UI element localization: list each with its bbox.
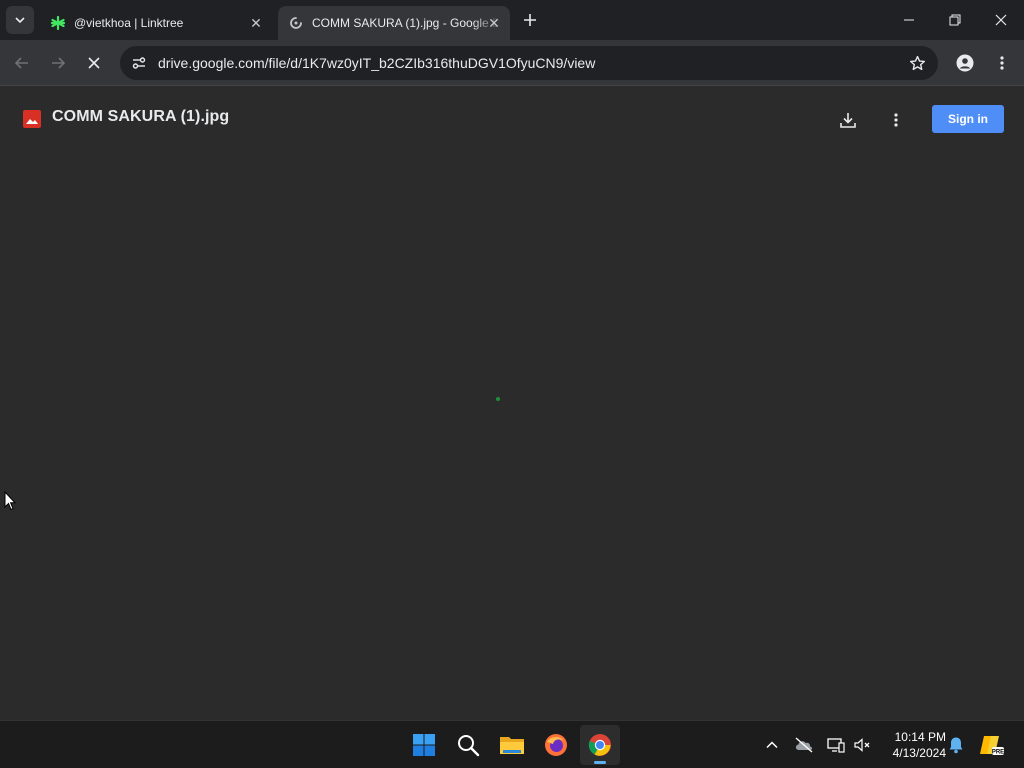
windows-start-icon xyxy=(413,734,435,756)
minimize-button[interactable] xyxy=(886,0,932,40)
loading-icon xyxy=(288,15,304,31)
more-vert-icon xyxy=(1000,56,1004,70)
notifications-button[interactable] xyxy=(944,733,968,757)
restore-button[interactable] xyxy=(932,0,978,40)
back-button[interactable] xyxy=(8,49,36,77)
network-icon xyxy=(827,738,845,753)
file-explorer-icon xyxy=(500,737,524,754)
browser-toolbar: drive.google.com/file/d/1K7wz0yIT_b2CZIb… xyxy=(0,40,1024,86)
linktree-icon xyxy=(50,15,66,31)
copilot-button[interactable]: PRE xyxy=(978,733,1006,757)
tab-title: @vietkhoa | Linktree xyxy=(74,16,184,30)
browser-menu-button[interactable] xyxy=(988,49,1016,77)
site-settings-icon[interactable] xyxy=(122,46,156,80)
image-file-icon xyxy=(23,110,41,128)
chrome-icon xyxy=(588,734,611,756)
copilot-icon: PRE xyxy=(980,736,1004,756)
profile-button[interactable] xyxy=(951,49,979,77)
clock-time: 10:14 PM xyxy=(894,730,946,744)
tab-linktree[interactable]: @vietkhoa | Linktree ✕ xyxy=(40,6,274,40)
address-bar[interactable]: drive.google.com/file/d/1K7wz0yIT_b2CZIb… xyxy=(120,46,938,80)
cloud-offline-icon xyxy=(795,737,813,753)
viewer-header: COMM SAKURA (1).jpg Sign in xyxy=(0,87,1024,149)
close-tab-icon[interactable]: ✕ xyxy=(248,15,264,31)
chevron-up-icon xyxy=(766,741,778,749)
stop-loading-button[interactable] xyxy=(80,49,108,77)
close-window-button[interactable] xyxy=(978,0,1024,40)
clock[interactable]: 10:14 PM 4/13/2024 xyxy=(880,729,946,761)
windows-taskbar: 10:14 PM 4/13/2024 PRE xyxy=(0,720,1024,768)
close-icon xyxy=(995,14,1007,26)
mouse-cursor-icon xyxy=(4,491,16,511)
tab-strip: @vietkhoa | Linktree ✕ COMM SAKURA (1).j… xyxy=(0,0,1024,40)
new-tab-button[interactable] xyxy=(518,8,542,32)
download-button[interactable] xyxy=(834,106,862,134)
chrome-button[interactable] xyxy=(580,725,620,765)
tab-search-button[interactable] xyxy=(6,6,34,34)
copilot-badge: PRE xyxy=(992,750,1004,756)
restore-icon xyxy=(949,14,961,26)
drive-viewer: COMM SAKURA (1).jpg Sign in xyxy=(0,87,1024,720)
network-button[interactable] xyxy=(824,733,848,757)
chevron-down-icon xyxy=(15,17,25,24)
search-icon xyxy=(458,735,480,757)
forward-button[interactable] xyxy=(44,49,72,77)
more-actions-button[interactable] xyxy=(882,106,910,134)
volume-button[interactable] xyxy=(850,733,874,757)
bookmark-star-icon[interactable] xyxy=(908,54,926,72)
clock-date: 4/13/2024 xyxy=(892,746,946,760)
active-app-indicator xyxy=(594,761,606,764)
minimize-icon xyxy=(904,19,914,21)
close-icon xyxy=(88,57,100,69)
show-hidden-icons-button[interactable] xyxy=(760,733,784,757)
file-name: COMM SAKURA (1).jpg xyxy=(52,108,230,125)
plus-icon xyxy=(524,14,536,26)
file-explorer-button[interactable] xyxy=(492,725,532,765)
firefox-button[interactable] xyxy=(536,725,576,765)
arrow-left-icon xyxy=(14,57,28,69)
volume-muted-icon xyxy=(854,738,870,752)
url-text: drive.google.com/file/d/1K7wz0yIT_b2CZIb… xyxy=(158,55,596,71)
close-tab-icon[interactable]: ✕ xyxy=(486,15,502,31)
more-vert-icon xyxy=(894,113,898,127)
tab-title: COMM SAKURA (1).jpg - Google Drive xyxy=(312,16,500,30)
download-icon xyxy=(840,113,856,128)
sign-in-button[interactable]: Sign in xyxy=(932,105,1004,133)
firefox-icon xyxy=(545,734,567,756)
windows-start-button[interactable] xyxy=(404,725,444,765)
bell-icon xyxy=(949,737,963,754)
arrow-right-icon xyxy=(52,57,66,69)
account-icon xyxy=(956,54,974,72)
tab-google-drive[interactable]: COMM SAKURA (1).jpg - Google Drive ✕ xyxy=(278,6,510,40)
loading-spinner xyxy=(496,397,500,401)
taskbar-search-button[interactable] xyxy=(448,725,488,765)
onedrive-button[interactable] xyxy=(792,733,816,757)
